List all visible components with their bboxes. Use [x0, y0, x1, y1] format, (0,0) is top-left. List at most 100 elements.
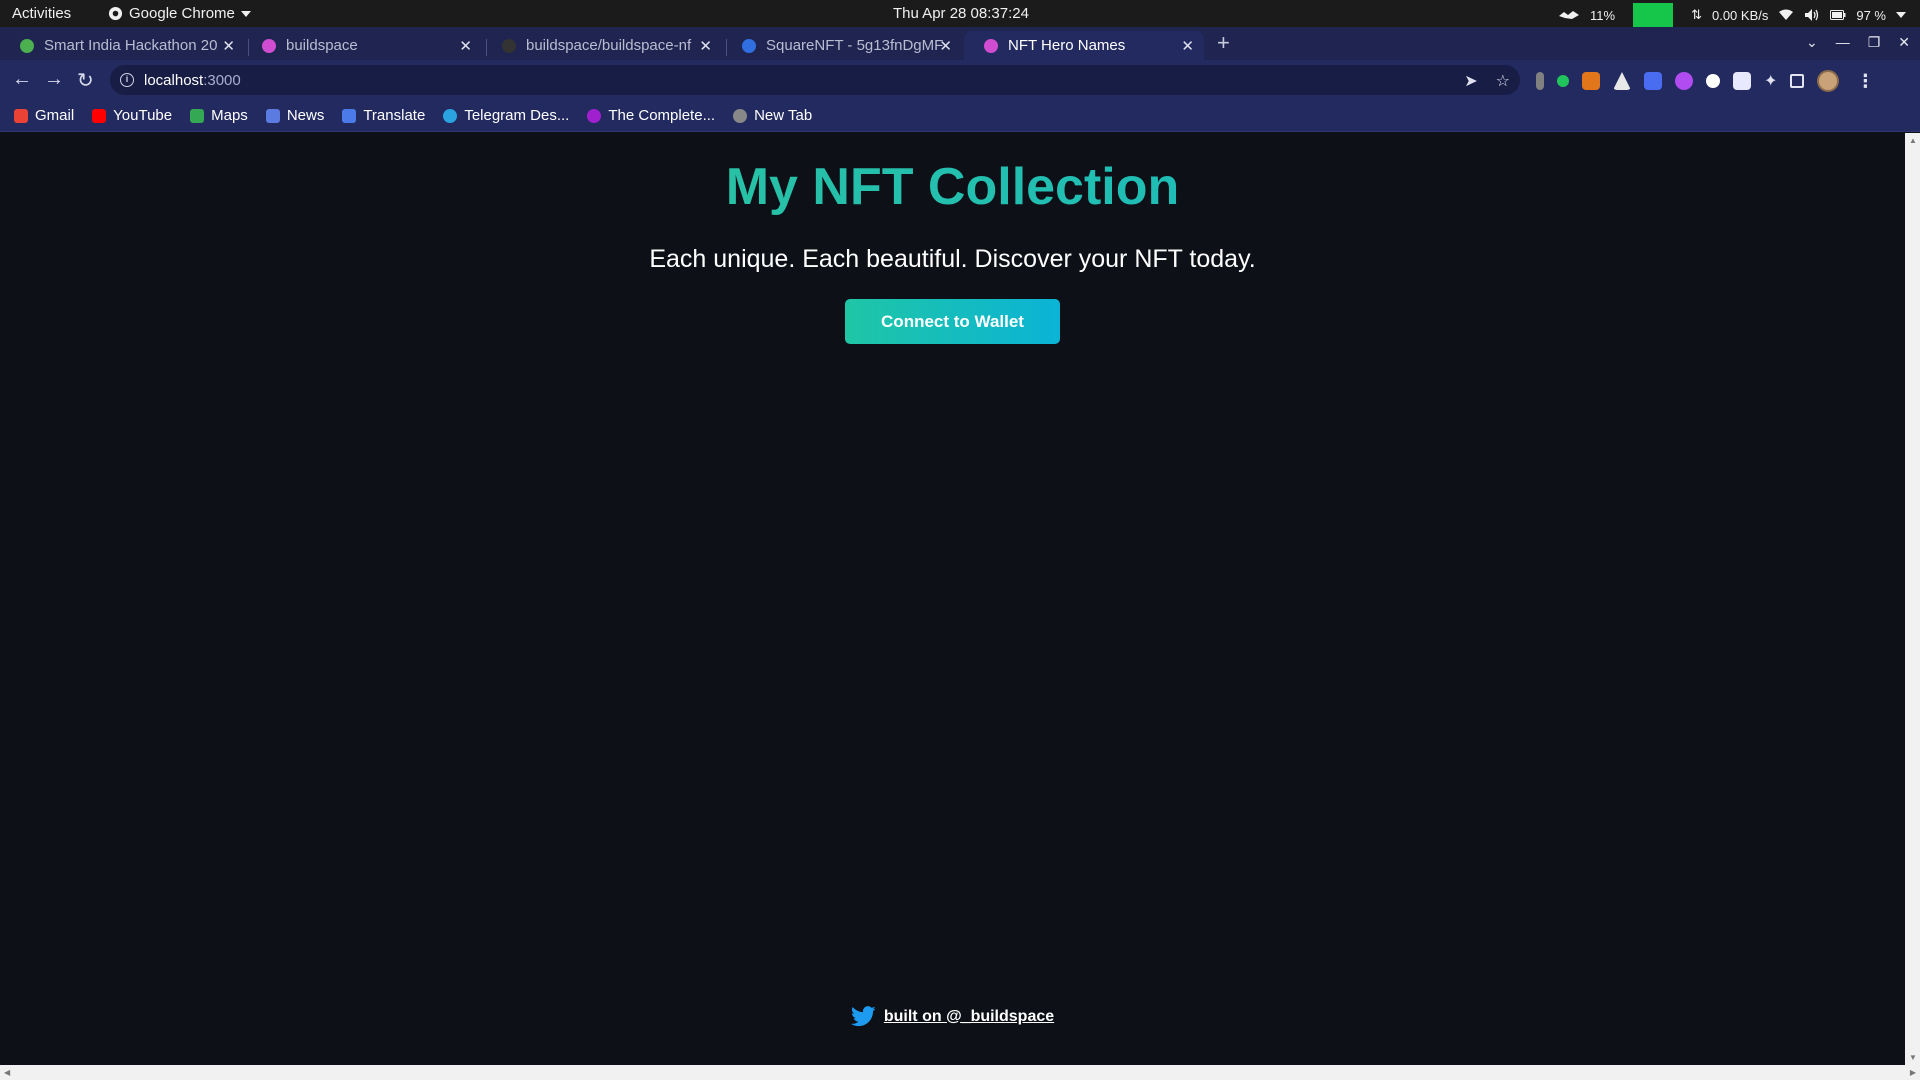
tab-github-buildspace[interactable]: buildspace/buildspace-nf ✕: [482, 31, 722, 60]
maps-icon: [190, 108, 205, 123]
tab-favicon-icon: [502, 38, 516, 53]
extension-icon[interactable]: [1613, 72, 1631, 90]
close-icon[interactable]: ✕: [459, 37, 472, 55]
address-bar[interactable]: i localhost :3000 ➤ ☆: [110, 65, 1520, 95]
bookmark-new-tab[interactable]: New Tab: [733, 107, 812, 124]
page-subtitle: Each unique. Each beautiful. Discover yo…: [649, 245, 1256, 273]
close-icon[interactable]: ✕: [222, 37, 235, 55]
tab-favicon-icon: [20, 38, 34, 53]
site-info-icon[interactable]: i: [120, 73, 134, 87]
scroll-right-icon[interactable]: ▶: [1910, 1068, 1916, 1077]
extensions-bar: ✦ ⋮: [1536, 70, 1874, 92]
tab-buildspace[interactable]: buildspace ✕: [242, 31, 482, 60]
restore-icon[interactable]: ❐: [1868, 34, 1881, 51]
clock[interactable]: Thu Apr 28 08:37:24: [893, 5, 1029, 22]
extension-icon[interactable]: [1557, 75, 1569, 87]
bookmark-translate[interactable]: Translate: [342, 107, 425, 124]
close-window-icon[interactable]: ✕: [1898, 34, 1910, 51]
tab-favicon-icon: [262, 38, 276, 53]
page-title: My NFT Collection: [0, 157, 1905, 217]
battery-percent: 97 %: [1856, 7, 1886, 23]
close-icon[interactable]: ✕: [1181, 37, 1194, 55]
browser-toolbar: ← → ↻ i localhost :3000 ➤ ☆ ✦ ⋮: [0, 60, 1920, 100]
tab-title: buildspace/buildspace-nf: [526, 37, 692, 54]
extension-icon[interactable]: [1644, 72, 1662, 90]
chevron-down-icon: [1896, 12, 1906, 18]
bookmark-the-complete[interactable]: The Complete...: [587, 107, 715, 124]
close-icon[interactable]: ✕: [939, 37, 952, 55]
activities-button[interactable]: Activities: [12, 5, 71, 22]
tab-title: buildspace: [286, 37, 358, 54]
app-menu[interactable]: Google Chrome: [108, 5, 251, 22]
extension-icon[interactable]: [1536, 72, 1544, 90]
bookmark-star-icon[interactable]: ☆: [1496, 71, 1510, 91]
vertical-scrollbar[interactable]: ▲ ▼: [1905, 133, 1920, 1065]
footer-link[interactable]: built on @_buildspace: [884, 1008, 1054, 1026]
avatar[interactable]: [1817, 70, 1840, 92]
bookmark-label: Maps: [211, 107, 248, 124]
tab-search-icon[interactable]: ⌄: [1806, 34, 1818, 51]
news-icon: [265, 108, 280, 123]
back-arrow-icon[interactable]: ←: [12, 68, 32, 91]
wifi-icon: [1779, 9, 1794, 20]
extension-icon[interactable]: [1675, 72, 1693, 90]
bookmark-youtube[interactable]: YouTube: [92, 107, 172, 124]
battery-icon: [1830, 10, 1846, 20]
twitter-icon: [850, 1006, 876, 1027]
side-panel-icon[interactable]: [1790, 74, 1805, 88]
tab-title: NFT Hero Names: [1008, 37, 1126, 54]
puzzle-icon[interactable]: ✦: [1764, 71, 1777, 91]
screen: Activities Google Chrome Thu Apr 28 08:3…: [0, 0, 1920, 1080]
bookmark-label: Gmail: [35, 107, 75, 124]
url-host: localhost: [144, 71, 204, 89]
forward-arrow-icon[interactable]: →: [44, 68, 64, 91]
bookmark-favicon-icon: [587, 108, 602, 123]
bookmark-gmail[interactable]: Gmail: [14, 107, 74, 124]
reload-icon[interactable]: ↻: [77, 68, 94, 93]
horizontal-scrollbar[interactable]: ◀ ▶: [0, 1065, 1920, 1080]
omnibox-actions: ➤ ☆: [1464, 71, 1510, 91]
youtube-icon: [92, 108, 107, 123]
scroll-left-icon[interactable]: ◀: [4, 1068, 10, 1077]
tab-favicon-icon: [984, 38, 998, 53]
bookmark-label: Translate: [363, 107, 426, 124]
bookmark-maps[interactable]: Maps: [190, 107, 248, 124]
footer: built on @_buildspace: [0, 1006, 1905, 1027]
bookmark-label: YouTube: [113, 107, 173, 124]
bookmark-telegram[interactable]: Telegram Des...: [443, 107, 569, 124]
tab-squarenft[interactable]: SquareNFT - 5g13fnDgMF ✕: [722, 31, 962, 60]
metamask-icon[interactable]: [1582, 72, 1600, 90]
tab-nft-hero-names[interactable]: NFT Hero Names ✕: [964, 31, 1204, 60]
connect-wallet-button[interactable]: Connect to Wallet: [845, 299, 1060, 344]
tab-title: SquareNFT - 5g13fnDgMF: [766, 37, 944, 54]
bookmark-label: Telegram Des...: [464, 107, 570, 124]
system-tray[interactable]: 11% ⇅ 0.00 KB/s 97 %: [1558, 3, 1906, 27]
gmail-icon: [14, 108, 28, 123]
scroll-down-icon[interactable]: ▼: [1909, 1053, 1917, 1062]
network-speed: 0.00 KB/s: [1711, 7, 1769, 23]
tab-smart-india-hackathon[interactable]: Smart India Hackathon 20 ✕: [0, 31, 245, 60]
tab-title: Smart India Hackathon 20: [44, 37, 218, 54]
chevron-down-icon: [240, 10, 251, 17]
new-tab-button[interactable]: +: [1217, 30, 1230, 56]
globe-icon: [733, 108, 748, 123]
send-icon[interactable]: ➤: [1464, 71, 1477, 91]
tab-favicon-icon: [742, 38, 756, 53]
extension-icon[interactable]: [1706, 74, 1720, 88]
extension-icon[interactable]: [1733, 72, 1751, 90]
system-top-bar: Activities Google Chrome Thu Apr 28 08:3…: [0, 0, 1920, 27]
telegram-icon: [443, 108, 458, 123]
bookmark-news[interactable]: News: [265, 107, 324, 124]
close-icon[interactable]: ✕: [699, 37, 712, 55]
kebab-menu-icon[interactable]: ⋮: [1856, 71, 1874, 92]
volume-icon: [1805, 9, 1819, 21]
app-menu-label: Google Chrome: [129, 5, 235, 22]
minimize-icon[interactable]: —: [1836, 34, 1850, 51]
page-viewport: My NFT Collection Each unique. Each beau…: [0, 133, 1905, 1065]
bookmarks-bar: Gmail YouTube Maps News Translate Telegr…: [0, 100, 1920, 132]
cpu-monitor-icon: [1559, 11, 1580, 19]
url-port: :3000: [203, 71, 241, 89]
bookmark-label: New Tab: [754, 107, 813, 124]
scroll-up-icon[interactable]: ▲: [1909, 136, 1917, 145]
bookmark-label: The Complete...: [608, 107, 716, 124]
